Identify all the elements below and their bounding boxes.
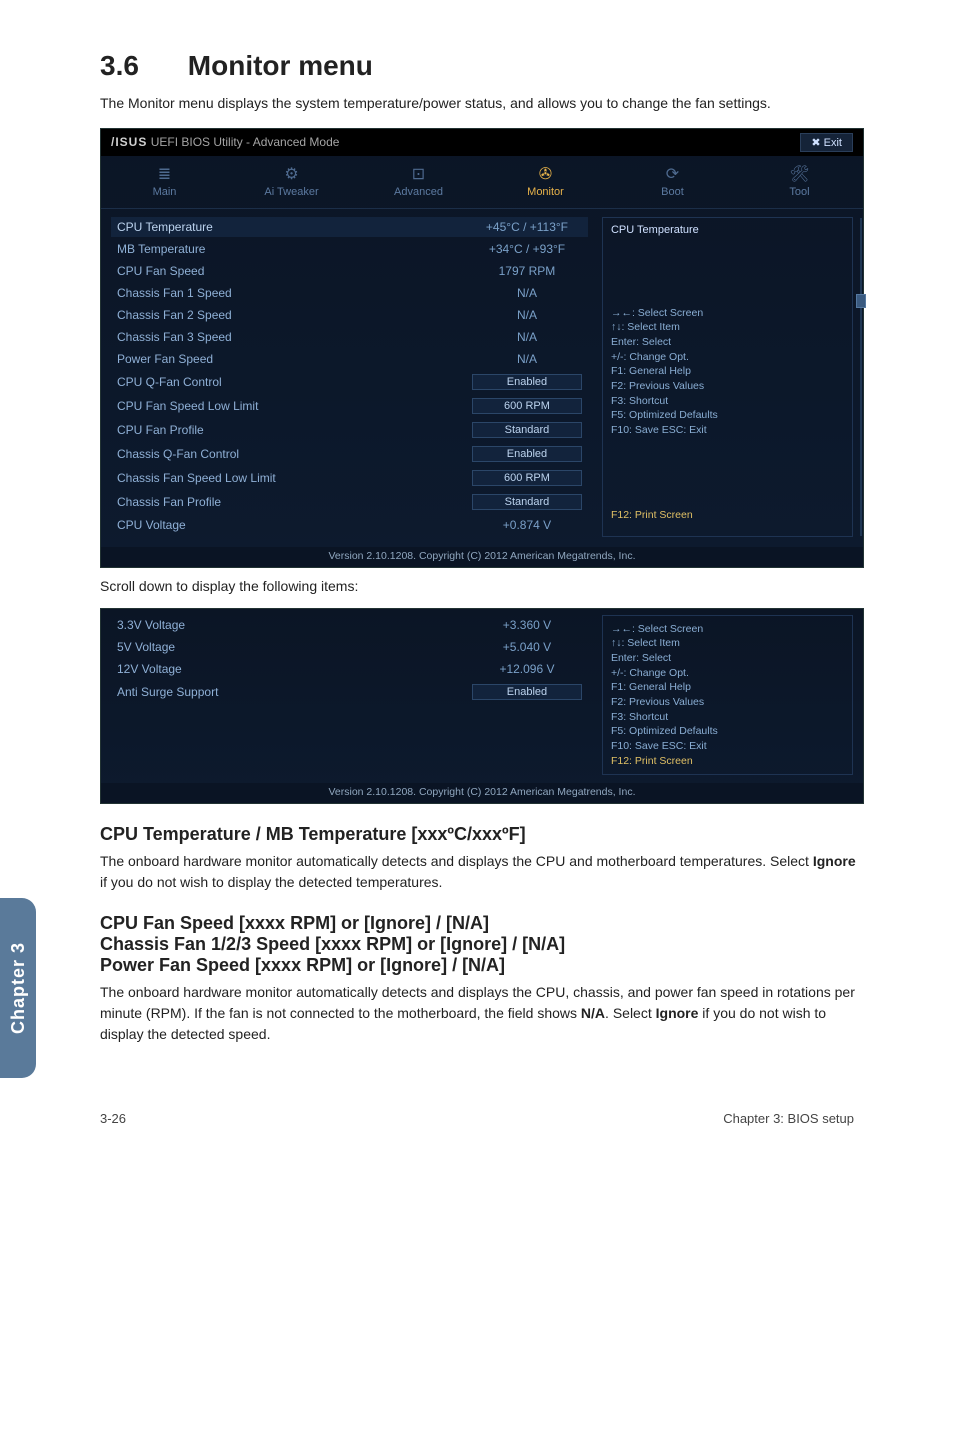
row-33v[interactable]: 3.3V Voltage+3.360 V <box>111 615 588 635</box>
bios-settings-list: CPU Temperature+45°C / +113°F MB Tempera… <box>111 217 588 537</box>
bios-tabs: ≣Main ⚙Ai Tweaker ⊡Advanced ✇Monitor ⟳Bo… <box>101 156 863 209</box>
scroll-caption: Scroll down to display the following ite… <box>100 578 864 594</box>
chip-icon: ⊡ <box>359 164 478 184</box>
bios-settings-list-2: 3.3V Voltage+3.360 V 5V Voltage+5.040 V … <box>111 615 588 776</box>
intro-text: The Monitor menu displays the system tem… <box>100 94 864 114</box>
row-mb-temperature[interactable]: MB Temperature+34°C / +93°F <box>111 239 588 259</box>
section-fan-speed-body: The onboard hardware monitor automatical… <box>100 982 864 1045</box>
power-icon: ⟳ <box>613 164 732 184</box>
section-number: 3.6 <box>100 50 180 82</box>
page-footer: 3-26 Chapter 3: BIOS setup <box>0 1081 954 1146</box>
row-anti-surge[interactable]: Anti Surge SupportEnabled <box>111 681 588 703</box>
row-12v[interactable]: 12V Voltage+12.096 V <box>111 659 588 679</box>
row-cpu-voltage[interactable]: CPU Voltage+0.874 V <box>111 515 588 535</box>
row-chassis-fan2[interactable]: Chassis Fan 2 SpeedN/A <box>111 305 588 325</box>
tool-icon: 🛠 <box>740 164 859 184</box>
row-chassis-fan-profile[interactable]: Chassis Fan ProfileStandard <box>111 491 588 513</box>
key-hints-2: →←: Select Screen ↑↓: Select Item Enter:… <box>611 622 844 754</box>
help-title: CPU Temperature <box>611 224 844 236</box>
row-5v[interactable]: 5V Voltage+5.040 V <box>111 637 588 657</box>
section-cpu-temp-heading: CPU Temperature / MB Temperature [xxxºC/… <box>100 824 864 845</box>
scrollbar-thumb[interactable] <box>856 294 866 308</box>
row-cpu-temperature[interactable]: CPU Temperature+45°C / +113°F <box>111 217 588 237</box>
list-icon: ≣ <box>105 164 224 184</box>
chapter-side-tab: Chapter 3 <box>0 898 36 1078</box>
row-cpu-qfan[interactable]: CPU Q-Fan ControlEnabled <box>111 371 588 393</box>
tab-tool[interactable]: 🛠Tool <box>736 156 863 208</box>
row-cpu-fan-low[interactable]: CPU Fan Speed Low Limit600 RPM <box>111 395 588 417</box>
section-title: Monitor menu <box>188 50 373 81</box>
section-fan-speed-heading: CPU Fan Speed [xxxx RPM] or [Ignore] / [… <box>100 913 864 976</box>
tab-ai-tweaker[interactable]: ⚙Ai Tweaker <box>228 156 355 208</box>
bios-panel-main: /ISUS UEFI BIOS Utility - Advanced Mode … <box>100 128 864 568</box>
row-chassis-qfan[interactable]: Chassis Q-Fan ControlEnabled <box>111 443 588 465</box>
scrollbar-track <box>860 218 862 536</box>
monitor-icon: ✇ <box>486 164 605 184</box>
page-number: 3-26 <box>100 1111 126 1126</box>
tab-main[interactable]: ≣Main <box>101 156 228 208</box>
key-hints: →←: Select Screen ↑↓: Select Item Enter:… <box>611 306 844 438</box>
gear-icon: ⚙ <box>232 164 351 184</box>
bios-help-panel-2: →←: Select Screen ↑↓: Select Item Enter:… <box>602 615 853 776</box>
tab-boot[interactable]: ⟳Boot <box>609 156 736 208</box>
row-chassis-fan3[interactable]: Chassis Fan 3 SpeedN/A <box>111 327 588 347</box>
page-title: 3.6 Monitor menu <box>100 50 864 82</box>
tab-monitor[interactable]: ✇Monitor <box>482 156 609 208</box>
bios-panel-continued: 3.3V Voltage+3.360 V 5V Voltage+5.040 V … <box>100 608 864 805</box>
bios-brand: /ISUS <box>111 135 147 149</box>
section-cpu-temp-body: The onboard hardware monitor automatical… <box>100 851 864 893</box>
bios-footer: Version 2.10.1208. Copyright (C) 2012 Am… <box>101 547 863 567</box>
bios-footer-2: Version 2.10.1208. Copyright (C) 2012 Am… <box>101 783 863 803</box>
bios-topbar: /ISUS UEFI BIOS Utility - Advanced Mode … <box>101 129 863 156</box>
chapter-side-label: Chapter 3 <box>8 942 29 1034</box>
tab-advanced[interactable]: ⊡Advanced <box>355 156 482 208</box>
row-chassis-fan-low[interactable]: Chassis Fan Speed Low Limit600 RPM <box>111 467 588 489</box>
key-hint-f12-2: F12: Print Screen <box>611 754 844 769</box>
row-chassis-fan1[interactable]: Chassis Fan 1 SpeedN/A <box>111 283 588 303</box>
exit-button[interactable]: ✖ Exit <box>800 133 853 152</box>
bios-help-panel: CPU Temperature →←: Select Screen ↑↓: Se… <box>602 217 853 537</box>
row-cpu-fan-speed[interactable]: CPU Fan Speed1797 RPM <box>111 261 588 281</box>
bios-title: UEFI BIOS Utility - Advanced Mode <box>151 135 340 149</box>
row-cpu-fan-profile[interactable]: CPU Fan ProfileStandard <box>111 419 588 441</box>
key-hint-f12: F12: Print Screen <box>611 508 844 523</box>
chapter-label: Chapter 3: BIOS setup <box>723 1111 854 1126</box>
row-power-fan[interactable]: Power Fan SpeedN/A <box>111 349 588 369</box>
exit-icon: ✖ <box>811 137 823 149</box>
